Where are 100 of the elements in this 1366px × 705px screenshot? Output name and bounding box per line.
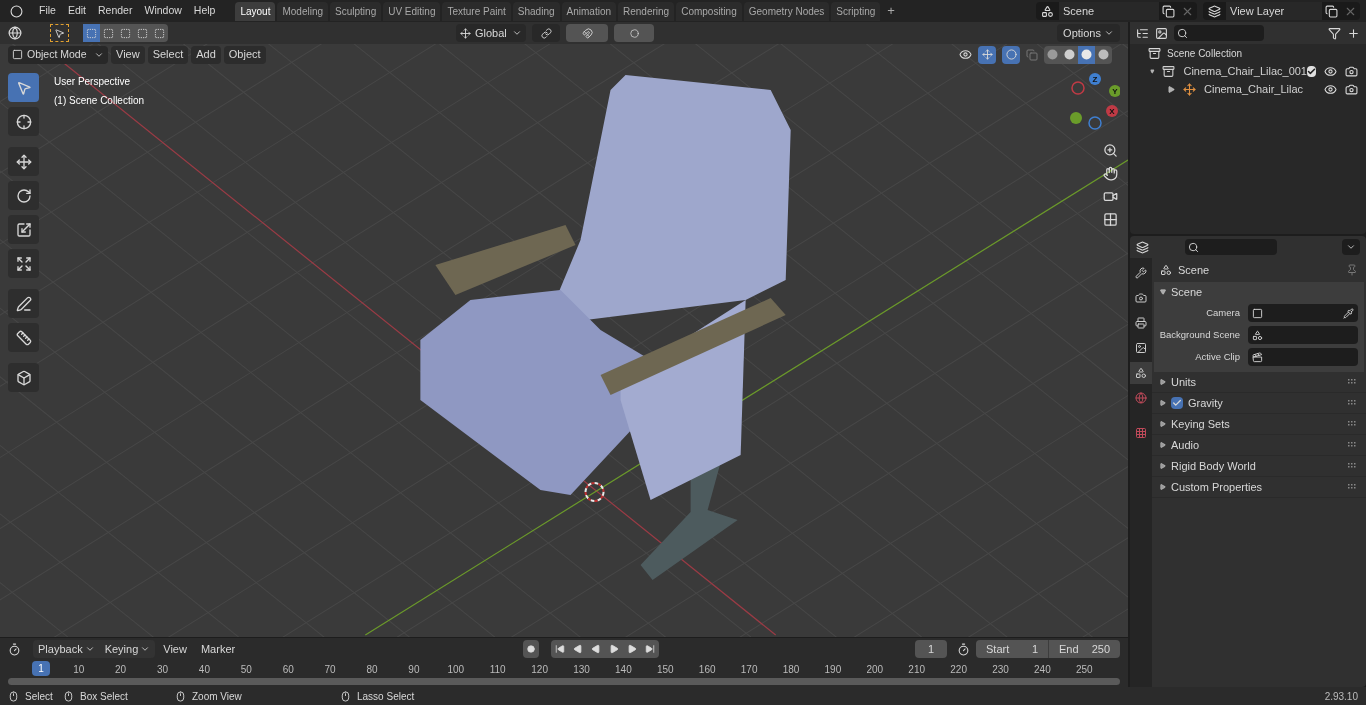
menu-item[interactable]: Render [92,3,139,19]
select-box-icon [103,27,114,39]
sphere-icon [1047,49,1058,60]
sphere-icon [1081,49,1092,60]
panel-title[interactable]: Audio [1171,436,1200,454]
properties-tab[interactable] [1130,362,1152,384]
current-frame-field[interactable]: 1 [914,640,947,658]
select-mode-button[interactable] [83,24,100,42]
timeline-dropdown[interactable]: Keying [99,640,156,658]
drag-handle-icon[interactable] [1348,400,1358,406]
outliner-item[interactable]: Cinema_Chair_Lilac [1204,80,1324,98]
menu-item[interactable]: File [33,3,62,19]
view-layer-field[interactable]: View Layer [1226,2,1322,20]
timeline-scrollbar[interactable] [8,678,1120,685]
disclosure-triangle-icon[interactable] [1160,484,1166,490]
menu-item[interactable]: Help [187,3,222,19]
panel-title[interactable]: Custom Properties [1171,478,1263,496]
disclosure-triangle-icon[interactable] [1160,442,1166,448]
panel-checkbox[interactable] [1171,397,1183,409]
overlay-toggle[interactable] [1002,45,1020,64]
workspace-tab[interactable]: Sculpting [330,1,382,21]
move-arrows-icon [15,153,32,170]
exclude-checkbox[interactable] [1307,65,1316,77]
field-input[interactable] [1248,304,1358,322]
tool-button[interactable] [8,147,39,176]
viewport-menu[interactable]: Object [223,45,266,64]
frame-number: 190 [823,663,843,677]
disclosure-triangle-icon[interactable] [1150,67,1155,75]
disclosure-triangle-icon[interactable] [1160,463,1166,469]
menu-item[interactable]: Window [138,3,188,19]
drag-handle-icon[interactable] [1348,442,1358,448]
tool-button[interactable] [8,363,39,392]
field-input[interactable] [1248,348,1358,366]
workspace-tab[interactable]: Rendering [618,1,675,21]
shading-button[interactable] [1078,45,1095,64]
pen-icon [15,295,32,312]
workspace-tab[interactable]: Texture Paint [442,1,511,21]
disclosure-triangle-icon[interactable] [1160,400,1166,406]
ruler-icon [15,329,32,346]
sphere-icon [1098,49,1109,60]
workspace-tab[interactable]: Layout [235,1,276,21]
workspace-tab[interactable]: Shading [512,1,560,21]
workspace-tab[interactable]: Compositing [676,1,742,21]
disclosure-triangle-icon[interactable] [1160,289,1166,295]
panel-title[interactable]: Units [1171,373,1197,391]
record-button[interactable] [523,640,539,658]
outliner-item[interactable]: Cinema_Chair_Lilac_001 [1183,62,1307,80]
start-frame-field[interactable]: Start 1 [976,640,1048,658]
gizmo-toggle[interactable] [978,45,996,64]
snap-toggle[interactable] [566,24,608,42]
viewport-menu[interactable]: Select [147,45,189,64]
menu-item[interactable]: Edit [61,3,92,19]
magnet-icon [581,27,593,39]
panel-title[interactable]: Keying Sets [1171,415,1230,433]
drag-handle-icon[interactable] [1348,421,1358,427]
viewport-menu[interactable]: Add [191,45,221,64]
mode-dropdown[interactable]: Object Mode [8,45,108,64]
workspace-tab[interactable]: Modeling [277,1,329,21]
status-hint: Select [25,689,53,704]
end-frame-field[interactable]: End 250 [1048,640,1120,658]
proportional-edit-toggle[interactable] [614,24,654,42]
add-workspace-button[interactable]: + [882,1,900,21]
transform-orientation-dropdown[interactable]: Global [456,24,526,42]
check-icon [1307,66,1316,76]
panel-title[interactable]: Scene [1171,283,1203,301]
playhead-marker[interactable]: 1 [32,661,50,676]
outliner-root[interactable]: Scene Collection [1167,45,1243,61]
tweak-tool-button[interactable] [50,24,69,42]
tool-button[interactable] [8,215,39,244]
disclosure-triangle-icon[interactable] [1160,379,1166,385]
properties-search-field[interactable] [1185,239,1277,255]
play-icon [608,644,619,654]
workspace-tab[interactable]: Animation [561,1,616,21]
disclosure-triangle-icon[interactable] [1160,421,1166,427]
check-icon [1172,398,1182,408]
workspace-tab[interactable]: Scripting [831,1,881,21]
disclosure-triangle-icon[interactable] [1168,85,1175,93]
tool-button[interactable] [8,289,39,318]
tool-button[interactable] [8,249,39,278]
tool-button[interactable] [8,181,39,210]
viewport-menu[interactable]: View [111,45,145,64]
timeline-menu[interactable]: Marker [194,640,242,658]
panel-title[interactable]: Rigid Body World [1171,457,1256,475]
outliner-search-field[interactable] [1174,25,1264,41]
field-input[interactable] [1248,326,1358,344]
scene-field[interactable]: Scene [1059,2,1159,20]
timeline-dropdown[interactable]: Playback [33,640,100,658]
drag-handle-icon[interactable] [1348,379,1358,385]
drag-handle-icon[interactable] [1348,484,1358,490]
panel-title[interactable]: Gravity [1188,394,1223,412]
duplicate-icon [1325,4,1338,18]
options-button[interactable]: Options [1057,24,1120,42]
workspace-tab[interactable]: Geometry Nodes [743,1,830,21]
navigation-gizmo[interactable]: Z Y X [1060,73,1120,133]
tool-button[interactable] [8,107,39,136]
tool-button[interactable] [8,323,39,352]
drag-handle-icon[interactable] [1348,463,1358,469]
timeline-menu[interactable]: View [157,640,193,658]
workspace-tab[interactable]: UV Editing [383,1,441,21]
pivot-dropdown[interactable] [532,24,560,42]
